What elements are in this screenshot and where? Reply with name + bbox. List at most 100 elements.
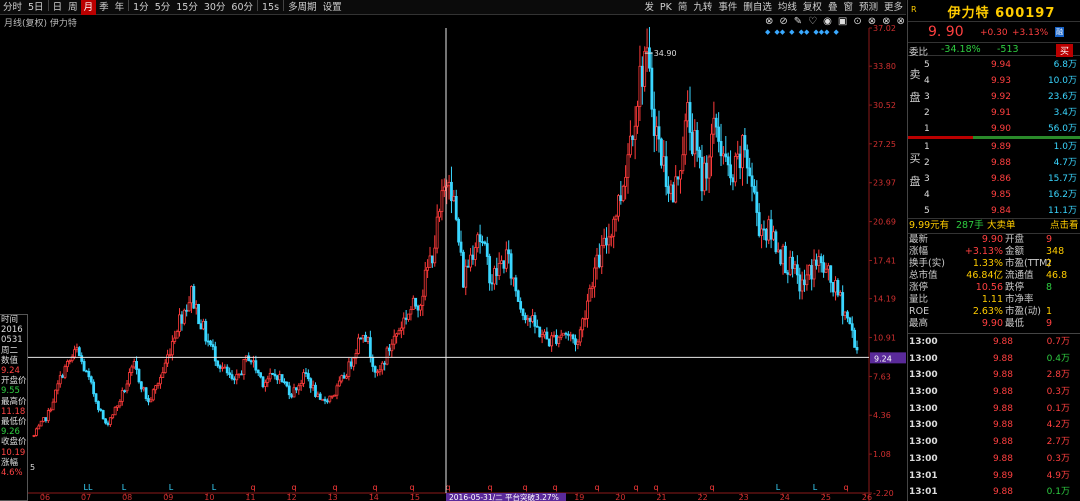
toolbar-right-item[interactable]: 简 [675, 0, 691, 15]
event-diamond-icon[interactable]: ◆◆ [799, 28, 810, 36]
sell-level-row[interactable]: 4 9.93 10.0万 [922, 73, 1080, 89]
period-tab[interactable]: 日 [50, 0, 66, 15]
y-tick-label: 27.25 [873, 140, 896, 149]
candle-body [593, 267, 596, 288]
tool-icon[interactable]: ⊘ [779, 16, 787, 27]
tick-row[interactable]: 13:00 9.88 0.3万 [908, 451, 1080, 468]
candle-body [521, 308, 525, 316]
candle-body [273, 373, 277, 377]
toolbar-right-item[interactable]: 事件 [715, 0, 740, 15]
tick-row[interactable]: 13:00 9.88 0.7万 [908, 334, 1080, 351]
big-order-link[interactable]: 点击看 [1050, 219, 1079, 232]
period-tab[interactable]: 月 [80, 0, 97, 15]
tool-icon[interactable]: ⊙ [853, 16, 861, 27]
tick-row[interactable]: 13:00 9.88 0.4万 [908, 351, 1080, 368]
stock-name[interactable]: 伊力特 600197 [924, 2, 1079, 21]
period-tab[interactable]: 多周期 [285, 0, 320, 15]
sell-level-row[interactable]: 3 9.92 23.6万 [922, 89, 1080, 105]
x-tick-label: 07 [81, 493, 91, 501]
tool-icon[interactable]: ◉ [823, 16, 832, 27]
candle-body [824, 268, 828, 273]
toolbar-right-item[interactable]: 发 [641, 0, 657, 15]
candle-body [321, 398, 325, 401]
period-tab[interactable]: 设置 [320, 0, 345, 15]
period-tab[interactable]: 5日 [25, 0, 47, 15]
buy-level-row[interactable]: 1 9.89 1.0万 [922, 139, 1080, 155]
candle-body [209, 340, 212, 345]
period-tab[interactable]: 5分 [152, 0, 174, 15]
candle-body [607, 236, 611, 246]
period-tab[interactable]: 季 [96, 0, 112, 15]
toolbar-right-item[interactable]: 复权 [800, 0, 825, 15]
tick-list[interactable]: 13:00 9.88 0.7万 13:00 9.88 0.4万 13:00 9.88 2.8万 1… [908, 333, 1080, 501]
candle-body [130, 366, 134, 373]
period-tab[interactable]: 1分 [130, 0, 152, 15]
buy-level-row[interactable]: 4 9.85 16.2万 [922, 187, 1080, 203]
stat-value: 2 [1046, 258, 1053, 269]
kline-chart[interactable]: 34.905 37.0233.8030.5227.2523.9720.6917.… [0, 0, 906, 501]
candle-body [724, 153, 728, 158]
buy-level-row[interactable]: 3 9.86 15.7万 [922, 171, 1080, 187]
tick-row[interactable]: 13:00 9.88 2.7万 [908, 434, 1080, 451]
period-tab[interactable]: 周 [65, 0, 81, 15]
tick-row[interactable]: 13:01 9.89 4.9万 [908, 468, 1080, 485]
period-tab[interactable]: 15s [259, 0, 282, 15]
event-diamond-icon[interactable]: ◆ [765, 28, 770, 36]
candle-body [89, 376, 93, 383]
candle-body [674, 176, 678, 203]
tool-icon[interactable]: ⊗ [868, 16, 876, 27]
tool-icon[interactable]: ⊗ [882, 16, 890, 27]
tick-time: 13:00 [909, 387, 938, 398]
tool-icon[interactable]: ▣ [838, 16, 847, 27]
period-tab[interactable]: 30分 [201, 0, 229, 15]
candle-body [192, 286, 196, 309]
level-number: 5 [924, 206, 930, 216]
candle-body [42, 417, 45, 422]
toolbar-right-item[interactable]: 叠 [825, 0, 841, 15]
sell-level-row[interactable]: 5 9.94 6.8万 [922, 57, 1080, 73]
event-diamond-icon[interactable]: ◆ [834, 28, 839, 36]
toolbar-right-item[interactable]: 均线 [775, 0, 800, 15]
period-tab[interactable]: 15分 [173, 0, 201, 15]
buy-button[interactable]: 买 [1056, 44, 1074, 57]
period-tab[interactable]: 分时 [0, 0, 25, 15]
sell-level-row[interactable]: 2 9.91 3.4万 [922, 105, 1080, 121]
buy-level-row[interactable]: 2 9.88 4.7万 [922, 155, 1080, 171]
candle-body [652, 108, 656, 136]
tick-row[interactable]: 13:00 9.88 2.8万 [908, 367, 1080, 384]
event-diamond-icon[interactable]: ◆ [789, 28, 794, 36]
last-price: 9. 90 [928, 24, 964, 40]
toolbar-right-item[interactable]: 删自选 [740, 0, 775, 15]
candle-body [278, 374, 282, 381]
toolbar-right-item[interactable]: 窗 [840, 0, 856, 15]
toolbar-right-item[interactable]: 更多 [881, 0, 906, 15]
tool-icon[interactable]: ⊗ [897, 16, 905, 27]
event-diamond-icon[interactable]: ◆◆◆ [813, 28, 829, 36]
tick-row[interactable]: 13:00 9.88 4.2万 [908, 417, 1080, 434]
tick-row[interactable]: 13:01 9.88 0.1万 [908, 484, 1080, 501]
tool-icon[interactable]: ♡ [808, 16, 817, 27]
stat-value: 9 [1046, 318, 1053, 329]
candle-body [61, 375, 65, 378]
toolbar-right-item[interactable]: 预测 [856, 0, 881, 15]
tick-row[interactable]: 13:00 9.88 0.3万 [908, 384, 1080, 401]
candle-body [435, 216, 439, 249]
sell-level-row[interactable]: 1 9.90 56.0万 [922, 121, 1080, 137]
candle-body [490, 282, 494, 285]
candle-body [156, 383, 160, 387]
candle-body [275, 375, 279, 381]
period-tab[interactable]: 60分 [228, 0, 256, 15]
candle-body [741, 135, 744, 169]
candle-body [228, 372, 232, 376]
event-diamond-icon[interactable]: ◆◆ [774, 28, 785, 36]
period-tab[interactable]: 年 [112, 0, 128, 15]
candle-body [218, 365, 222, 369]
tick-row[interactable]: 13:00 9.88 0.1万 [908, 401, 1080, 418]
signal-marker: q [653, 483, 658, 492]
toolbar-right-item[interactable]: 九转 [690, 0, 715, 15]
toolbar-right-item[interactable]: PK [657, 0, 675, 15]
tool-icon[interactable]: ⊗ [765, 16, 773, 27]
candle-body [92, 381, 96, 395]
buy-level-row[interactable]: 5 9.84 11.1万 [922, 203, 1080, 219]
tool-icon[interactable]: ✎ [794, 16, 802, 27]
